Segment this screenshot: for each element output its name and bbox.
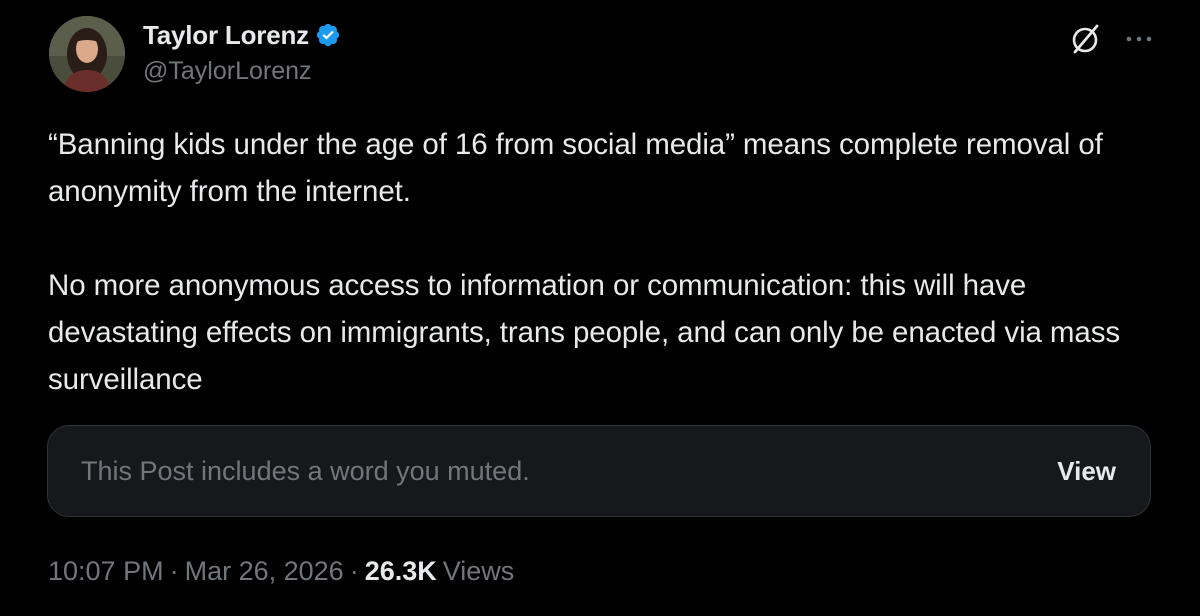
post-paragraph: No more anonymous access to information …: [48, 269, 1121, 396]
views-count[interactable]: 26.3K: [365, 556, 437, 587]
grok-icon[interactable]: [1066, 20, 1104, 58]
muted-notice-text: This Post includes a word you muted.: [81, 455, 530, 486]
post-text: “Banning kids under the age of 16 from s…: [48, 121, 1158, 403]
meta-separator: ·: [349, 556, 359, 586]
post-date[interactable]: Mar 26, 2026: [185, 556, 344, 587]
verified-badge-icon: [315, 22, 341, 48]
post-time[interactable]: 10:07 PM: [48, 556, 164, 587]
name-row: Taylor Lorenz: [143, 17, 341, 53]
author-block: Taylor Lorenz @TaylorLorenz: [143, 17, 341, 86]
top-actions: [1066, 20, 1152, 58]
more-icon[interactable]: [1126, 26, 1152, 52]
post-paragraph: “Banning kids under the age of 16 from s…: [48, 128, 1103, 208]
muted-word-notice: This Post includes a word you muted. Vie…: [47, 425, 1151, 517]
author-handle[interactable]: @TaylorLorenz: [143, 57, 341, 86]
tweet: Taylor Lorenz @TaylorLorenz “Banning kid…: [0, 0, 1200, 616]
views-label: Views: [442, 556, 515, 586]
author-display-name[interactable]: Taylor Lorenz: [143, 20, 309, 51]
meta-separator: ·: [169, 556, 179, 586]
view-button[interactable]: View: [1057, 456, 1116, 487]
avatar[interactable]: [49, 16, 125, 92]
avatar-image: [49, 16, 125, 92]
post-meta: 10:07 PM · Mar 26, 2026 · 26.3K Views: [48, 556, 514, 587]
